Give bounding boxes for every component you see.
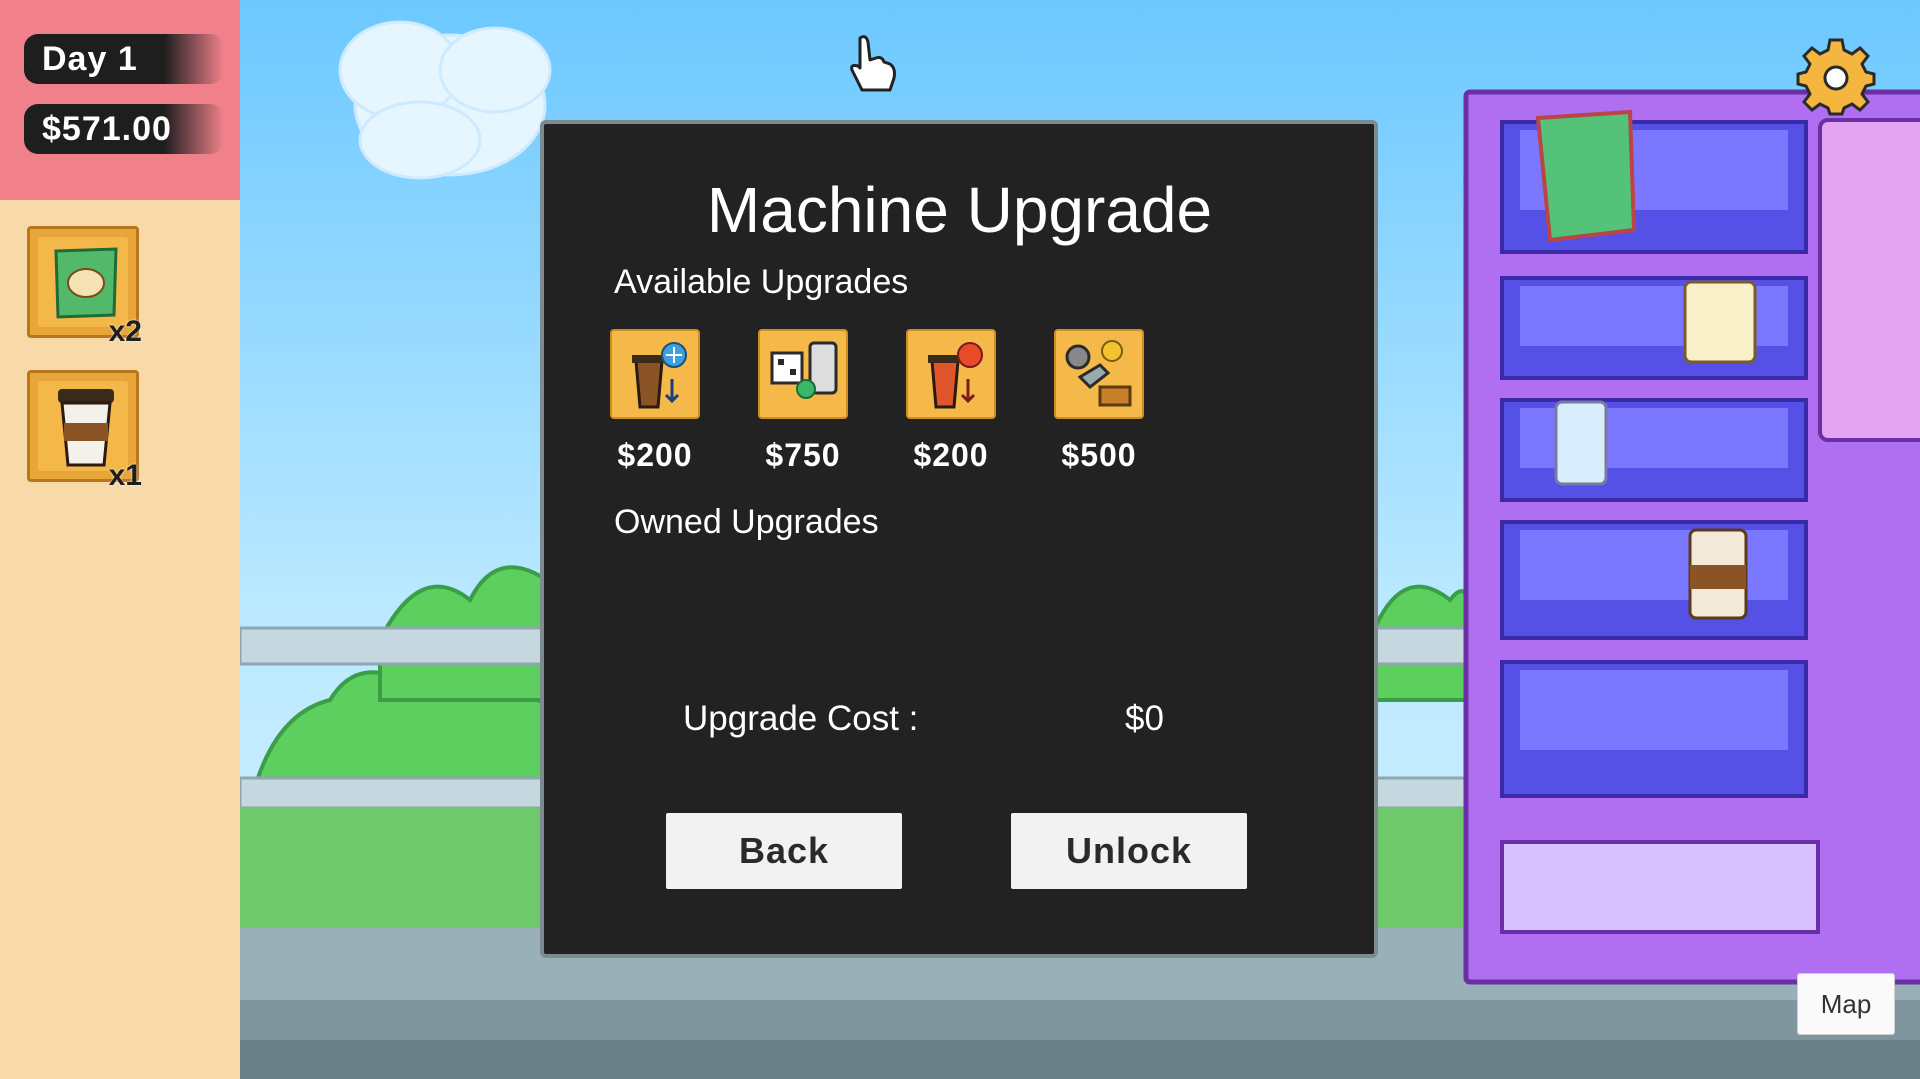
inventory-slot-chips[interactable]: x2 — [27, 226, 142, 348]
upgrade-item[interactable]: $200 — [600, 329, 710, 474]
iced-coffee-icon[interactable] — [610, 329, 700, 419]
back-button[interactable]: Back — [666, 813, 902, 889]
upgrade-item[interactable]: $200 — [896, 329, 1006, 474]
upgrade-cost-label: Upgrade Cost : — [683, 699, 919, 738]
chips-bag-icon — [54, 247, 118, 319]
inventory-count: x2 — [108, 315, 142, 348]
upgrade-price: $750 — [765, 437, 841, 473]
settings-gear-icon[interactable] — [1796, 36, 1876, 116]
hot-coffee-icon[interactable] — [906, 329, 996, 419]
upgrade-price: $200 — [913, 437, 989, 473]
hand-cursor-icon — [850, 35, 896, 92]
upgrade-cost-value: $0 — [1125, 699, 1164, 738]
robot-arm-icon[interactable] — [1054, 329, 1144, 419]
inventory-count: x1 — [108, 459, 142, 492]
upgrade-item[interactable]: $750 — [748, 329, 858, 474]
upgrade-price: $200 — [617, 437, 693, 473]
upgrade-item[interactable]: $500 — [1044, 329, 1154, 474]
coffee-cup-icon — [58, 389, 114, 467]
vending-machine — [1463, 89, 1920, 985]
cloud — [338, 20, 552, 180]
dialog-title: Machine Upgrade — [706, 174, 1213, 246]
hud-status-panel — [0, 0, 240, 200]
available-upgrades-label: Available Upgrades — [614, 263, 909, 301]
owned-upgrades-label: Owned Upgrades — [614, 503, 879, 541]
inventory-slot-coffee[interactable]: x1 — [27, 370, 142, 492]
day-counter: Day 1 — [24, 34, 224, 84]
upgrade-dialog: Machine Upgrade Available Upgrades $200 — [549, 129, 1370, 949]
upgrade-price: $500 — [1061, 437, 1137, 473]
unlock-button[interactable]: Unlock — [1011, 813, 1247, 889]
map-button[interactable]: Map — [1797, 973, 1895, 1035]
money-balance: $571.00 — [24, 104, 224, 154]
qr-payment-icon[interactable] — [758, 329, 848, 419]
